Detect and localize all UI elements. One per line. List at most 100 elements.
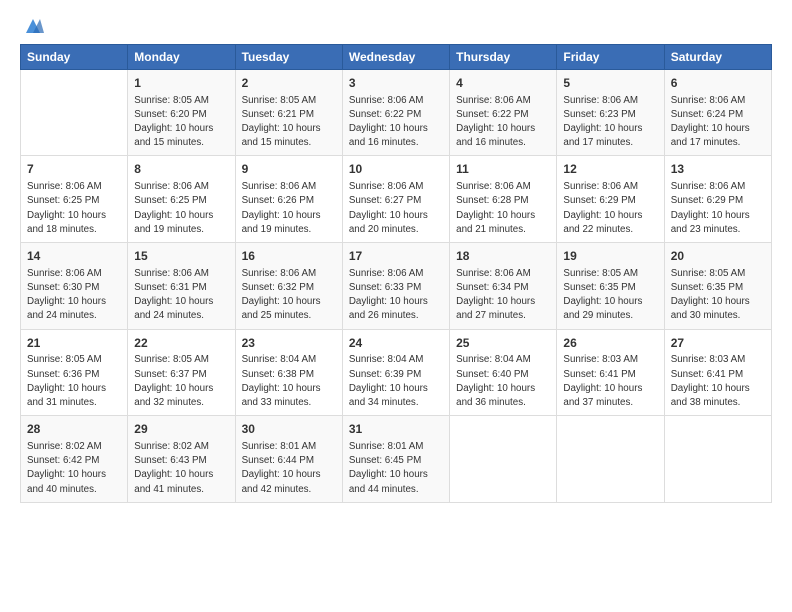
day-cell: 30Sunrise: 8:01 AM Sunset: 6:44 PM Dayli… (235, 416, 342, 503)
day-cell: 15 Sunrise: 8:06 AM Sunset: 6:31 PM Dayli… (128, 243, 235, 330)
day-detail: Sunrise: 8:03 AM Sunset: 6:41 PM Dayligh… (563, 353, 657, 410)
week-row-3: 14Sunrise: 8:06 AM Sunset: 6:30 PM Dayli… (21, 243, 772, 330)
day-cell: 3 Sunrise: 8:06 AM Sunset: 6:22 PM Daylig… (342, 69, 449, 156)
day-cell: 16 Sunrise: 8:06 AM Sunset: 6:32 PM Dayli… (235, 243, 342, 330)
date-number: 23 (242, 335, 336, 352)
week-row-1: 1Sunrise: 8:05 AM Sunset: 6:20 PM Daylig… (21, 69, 772, 156)
date-number: 8 (134, 161, 228, 178)
logo-text (20, 22, 44, 42)
date-number: 16 (242, 248, 336, 265)
day-detail: Sunrise: 8:05 AM Sunset: 6:36 PM Dayligh… (27, 353, 121, 410)
col-header-thursday: Thursday (450, 44, 557, 69)
col-header-tuesday: Tuesday (235, 44, 342, 69)
day-cell: 1Sunrise: 8:05 AM Sunset: 6:20 PM Daylig… (128, 69, 235, 156)
header-row: SundayMondayTuesdayWednesdayThursdayFrid… (21, 44, 772, 69)
day-detail: Sunrise: 8:06 AM Sunset: 6:22 PM Dayligh… (349, 94, 443, 151)
date-number: 29 (134, 421, 228, 438)
day-cell: 19Sunrise: 8:05 AM Sunset: 6:35 PM Dayli… (557, 243, 664, 330)
day-cell (450, 416, 557, 503)
date-number: 28 (27, 421, 121, 438)
day-cell: 13 Sunrise: 8:06 AM Sunset: 6:29 PM Dayli… (664, 156, 771, 243)
week-row-2: 7 Sunrise: 8:06 AM Sunset: 6:25 PM Daylig… (21, 156, 772, 243)
date-number: 27 (671, 335, 765, 352)
day-cell: 27Sunrise: 8:03 AM Sunset: 6:41 PM Dayli… (664, 329, 771, 416)
page-container: SundayMondayTuesdayWednesdayThursdayFrid… (0, 0, 792, 513)
date-number: 4 (456, 75, 550, 92)
col-header-wednesday: Wednesday (342, 44, 449, 69)
week-row-5: 28 Sunrise: 8:02 AM Sunset: 6:42 PM Dayli… (21, 416, 772, 503)
day-cell: 31 Sunrise: 8:01 AM Sunset: 6:45 PM Dayli… (342, 416, 449, 503)
date-number: 17 (349, 248, 443, 265)
day-detail: Sunrise: 8:06 AM Sunset: 6:24 PM Dayligh… (671, 94, 765, 151)
day-cell: 24Sunrise: 8:04 AM Sunset: 6:39 PM Dayli… (342, 329, 449, 416)
date-number: 11 (456, 161, 550, 178)
date-number: 2 (242, 75, 336, 92)
day-detail: Sunrise: 8:06 AM Sunset: 6:31 PM Dayligh… (134, 267, 228, 324)
header (20, 18, 772, 38)
day-cell: 6 Sunrise: 8:06 AM Sunset: 6:24 PM Daylig… (664, 69, 771, 156)
date-number: 6 (671, 75, 765, 92)
date-number: 13 (671, 161, 765, 178)
day-detail: Sunrise: 8:06 AM Sunset: 6:28 PM Dayligh… (456, 180, 550, 237)
day-detail: Sunrise: 8:05 AM Sunset: 6:35 PM Dayligh… (671, 267, 765, 324)
date-number: 5 (563, 75, 657, 92)
day-detail: Sunrise: 8:06 AM Sunset: 6:33 PM Dayligh… (349, 267, 443, 324)
week-row-4: 21Sunrise: 8:05 AM Sunset: 6:36 PM Dayli… (21, 329, 772, 416)
day-detail: Sunrise: 8:06 AM Sunset: 6:32 PM Dayligh… (242, 267, 336, 324)
date-number: 12 (563, 161, 657, 178)
logo-icon (22, 15, 44, 37)
day-detail: Sunrise: 8:05 AM Sunset: 6:20 PM Dayligh… (134, 94, 228, 151)
day-detail: Sunrise: 8:01 AM Sunset: 6:44 PM Dayligh… (242, 440, 336, 497)
day-detail: Sunrise: 8:06 AM Sunset: 6:29 PM Dayligh… (563, 180, 657, 237)
day-detail: Sunrise: 8:04 AM Sunset: 6:38 PM Dayligh… (242, 353, 336, 410)
date-number: 22 (134, 335, 228, 352)
day-detail: Sunrise: 8:05 AM Sunset: 6:37 PM Dayligh… (134, 353, 228, 410)
day-cell: 10 Sunrise: 8:06 AM Sunset: 6:27 PM Dayli… (342, 156, 449, 243)
day-detail: Sunrise: 8:02 AM Sunset: 6:42 PM Dayligh… (27, 440, 121, 497)
date-number: 15 (134, 248, 228, 265)
day-cell: 14Sunrise: 8:06 AM Sunset: 6:30 PM Dayli… (21, 243, 128, 330)
day-detail: Sunrise: 8:05 AM Sunset: 6:21 PM Dayligh… (242, 94, 336, 151)
day-cell: 7 Sunrise: 8:06 AM Sunset: 6:25 PM Daylig… (21, 156, 128, 243)
day-detail: Sunrise: 8:04 AM Sunset: 6:40 PM Dayligh… (456, 353, 550, 410)
date-number: 20 (671, 248, 765, 265)
day-cell: 8 Sunrise: 8:06 AM Sunset: 6:25 PM Daylig… (128, 156, 235, 243)
day-detail: Sunrise: 8:06 AM Sunset: 6:27 PM Dayligh… (349, 180, 443, 237)
date-number: 14 (27, 248, 121, 265)
day-cell (557, 416, 664, 503)
day-cell: 25Sunrise: 8:04 AM Sunset: 6:40 PM Dayli… (450, 329, 557, 416)
day-cell: 11 Sunrise: 8:06 AM Sunset: 6:28 PM Dayli… (450, 156, 557, 243)
day-detail: Sunrise: 8:06 AM Sunset: 6:26 PM Dayligh… (242, 180, 336, 237)
day-cell (21, 69, 128, 156)
day-cell: 12 Sunrise: 8:06 AM Sunset: 6:29 PM Dayli… (557, 156, 664, 243)
day-detail: Sunrise: 8:06 AM Sunset: 6:25 PM Dayligh… (134, 180, 228, 237)
day-detail: Sunrise: 8:04 AM Sunset: 6:39 PM Dayligh… (349, 353, 443, 410)
day-cell: 28 Sunrise: 8:02 AM Sunset: 6:42 PM Dayli… (21, 416, 128, 503)
date-number: 26 (563, 335, 657, 352)
day-detail: Sunrise: 8:06 AM Sunset: 6:23 PM Dayligh… (563, 94, 657, 151)
logo (20, 22, 44, 38)
day-detail: Sunrise: 8:06 AM Sunset: 6:29 PM Dayligh… (671, 180, 765, 237)
day-cell: 5 Sunrise: 8:06 AM Sunset: 6:23 PM Daylig… (557, 69, 664, 156)
day-cell: 17 Sunrise: 8:06 AM Sunset: 6:33 PM Dayli… (342, 243, 449, 330)
col-header-saturday: Saturday (664, 44, 771, 69)
date-number: 9 (242, 161, 336, 178)
day-detail: Sunrise: 8:06 AM Sunset: 6:25 PM Dayligh… (27, 180, 121, 237)
day-cell: 26Sunrise: 8:03 AM Sunset: 6:41 PM Dayli… (557, 329, 664, 416)
day-detail: Sunrise: 8:03 AM Sunset: 6:41 PM Dayligh… (671, 353, 765, 410)
calendar-table: SundayMondayTuesdayWednesdayThursdayFrid… (20, 44, 772, 503)
date-number: 21 (27, 335, 121, 352)
day-cell: 18Sunrise: 8:06 AM Sunset: 6:34 PM Dayli… (450, 243, 557, 330)
date-number: 18 (456, 248, 550, 265)
day-cell: 29Sunrise: 8:02 AM Sunset: 6:43 PM Dayli… (128, 416, 235, 503)
day-detail: Sunrise: 8:01 AM Sunset: 6:45 PM Dayligh… (349, 440, 443, 497)
day-cell: 9 Sunrise: 8:06 AM Sunset: 6:26 PM Daylig… (235, 156, 342, 243)
date-number: 31 (349, 421, 443, 438)
col-header-sunday: Sunday (21, 44, 128, 69)
day-cell: 22Sunrise: 8:05 AM Sunset: 6:37 PM Dayli… (128, 329, 235, 416)
date-number: 3 (349, 75, 443, 92)
date-number: 7 (27, 161, 121, 178)
date-number: 25 (456, 335, 550, 352)
date-number: 19 (563, 248, 657, 265)
date-number: 10 (349, 161, 443, 178)
